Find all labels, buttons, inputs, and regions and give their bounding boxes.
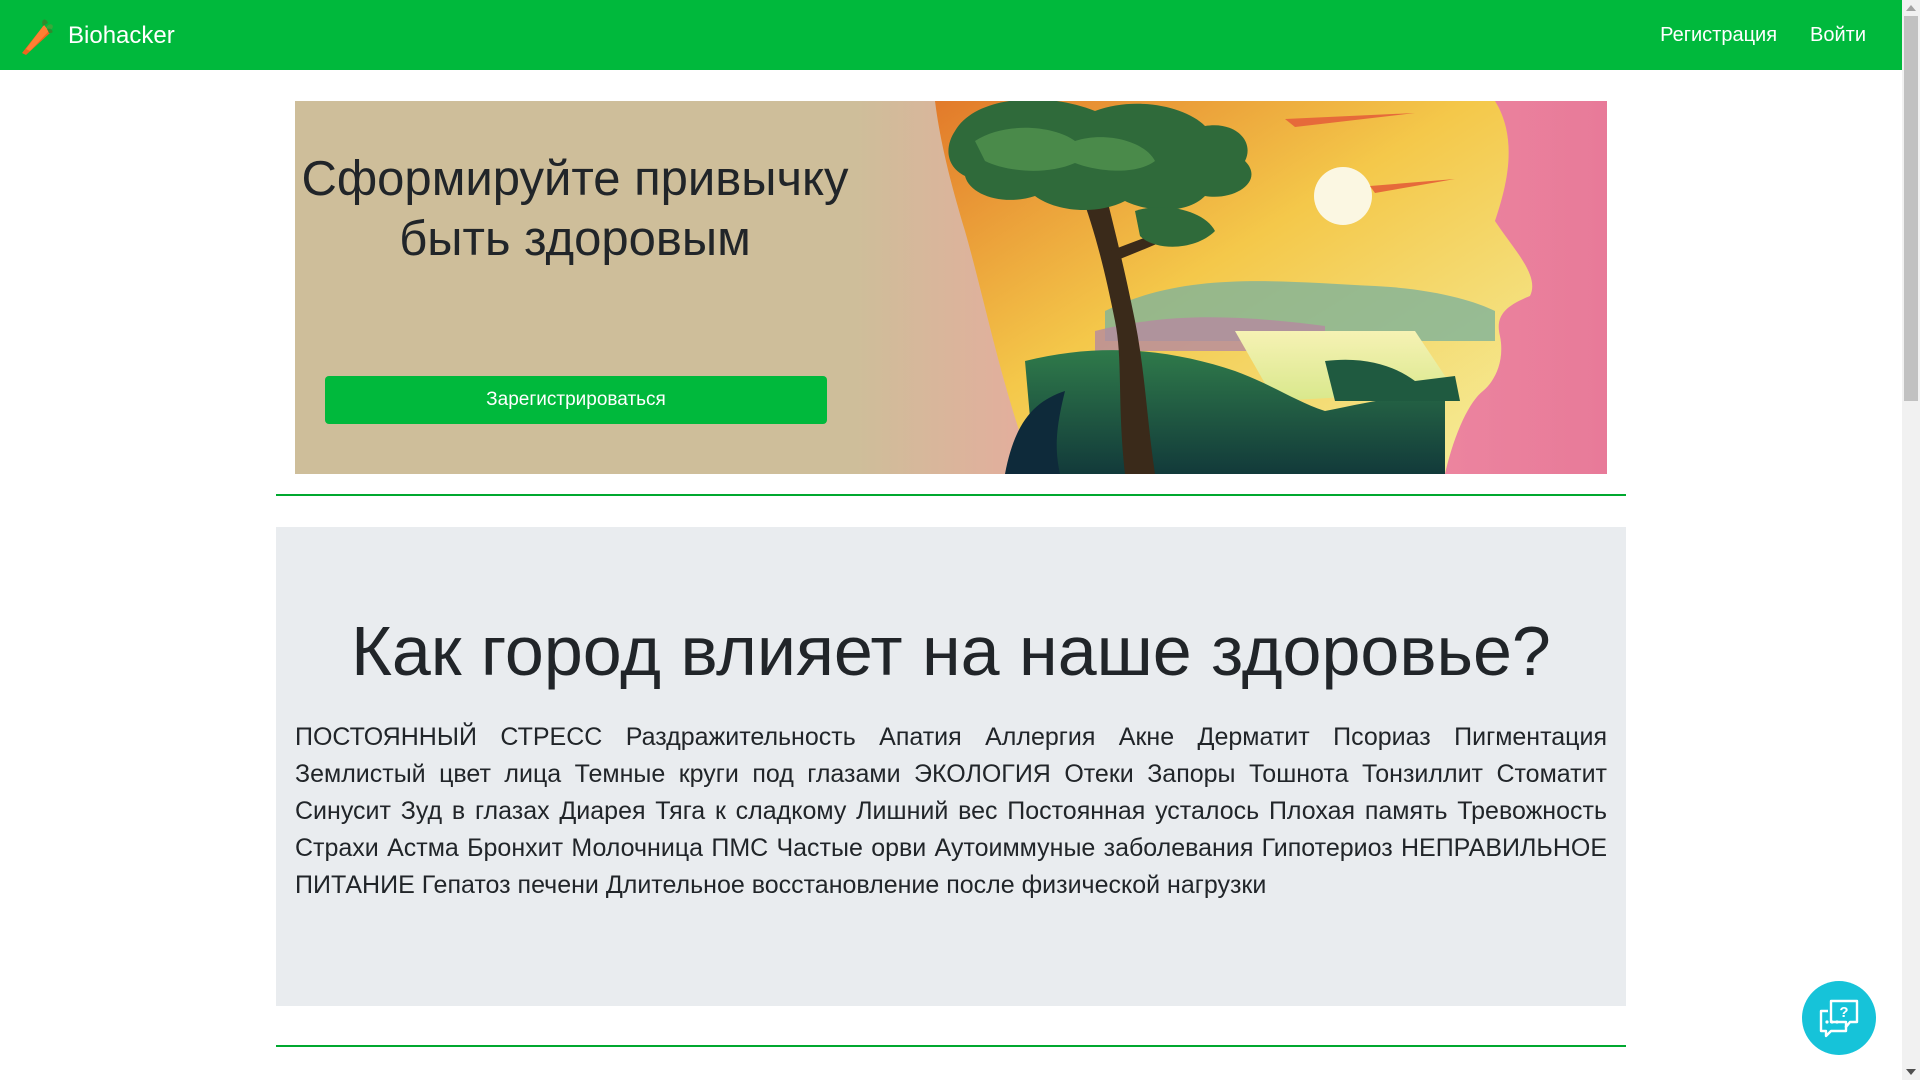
section-divider-bottom bbox=[276, 1045, 1626, 1047]
nav-links: Регистрация Войти bbox=[1627, 0, 1866, 70]
nav-register-link[interactable]: Регистрация bbox=[1660, 24, 1777, 47]
register-button[interactable]: Зарегистрироваться bbox=[325, 376, 827, 424]
navbar: Biohacker Регистрация Войти bbox=[0, 0, 1902, 70]
section-divider-top bbox=[276, 494, 1626, 496]
hero-illustration bbox=[855, 101, 1607, 474]
hero-title-line2: быть здоровым bbox=[399, 212, 751, 266]
nav-login-link[interactable]: Войти bbox=[1810, 24, 1866, 47]
help-chat-button[interactable]: ? bbox=[1802, 981, 1876, 1055]
brand-name: Biohacker bbox=[68, 22, 175, 49]
scroll-down-arrow-icon[interactable] bbox=[1906, 1069, 1916, 1075]
hero-title: Сформируйте привычку быть здоровым bbox=[295, 149, 855, 269]
section-title: Как город влияет на наше здоровье? bbox=[351, 612, 1551, 690]
scroll-up-arrow-icon[interactable] bbox=[1906, 5, 1916, 11]
hero-title-line1: Сформируйте привычку bbox=[301, 152, 849, 206]
scrollbar-thumb[interactable] bbox=[1904, 16, 1918, 401]
carrot-icon bbox=[22, 19, 53, 55]
chat-question-icon: ? bbox=[1819, 999, 1859, 1038]
brand-link[interactable]: Biohacker bbox=[16, 14, 175, 58]
page-scrollbar[interactable] bbox=[1902, 0, 1920, 1080]
symptoms-text: ПОСТОЯННЫЙ СТРЕСС Раздражительность Апат… bbox=[295, 723, 1607, 899]
hero-content: Сформируйте привычку быть здоровым Зарег… bbox=[295, 101, 855, 474]
hero-banner: Сформируйте привычку быть здоровым Зарег… bbox=[295, 101, 1607, 474]
city-health-section: Как город влияет на наше здоровье? ПОСТО… bbox=[276, 527, 1626, 1006]
svg-text:?: ? bbox=[1839, 1004, 1848, 1021]
